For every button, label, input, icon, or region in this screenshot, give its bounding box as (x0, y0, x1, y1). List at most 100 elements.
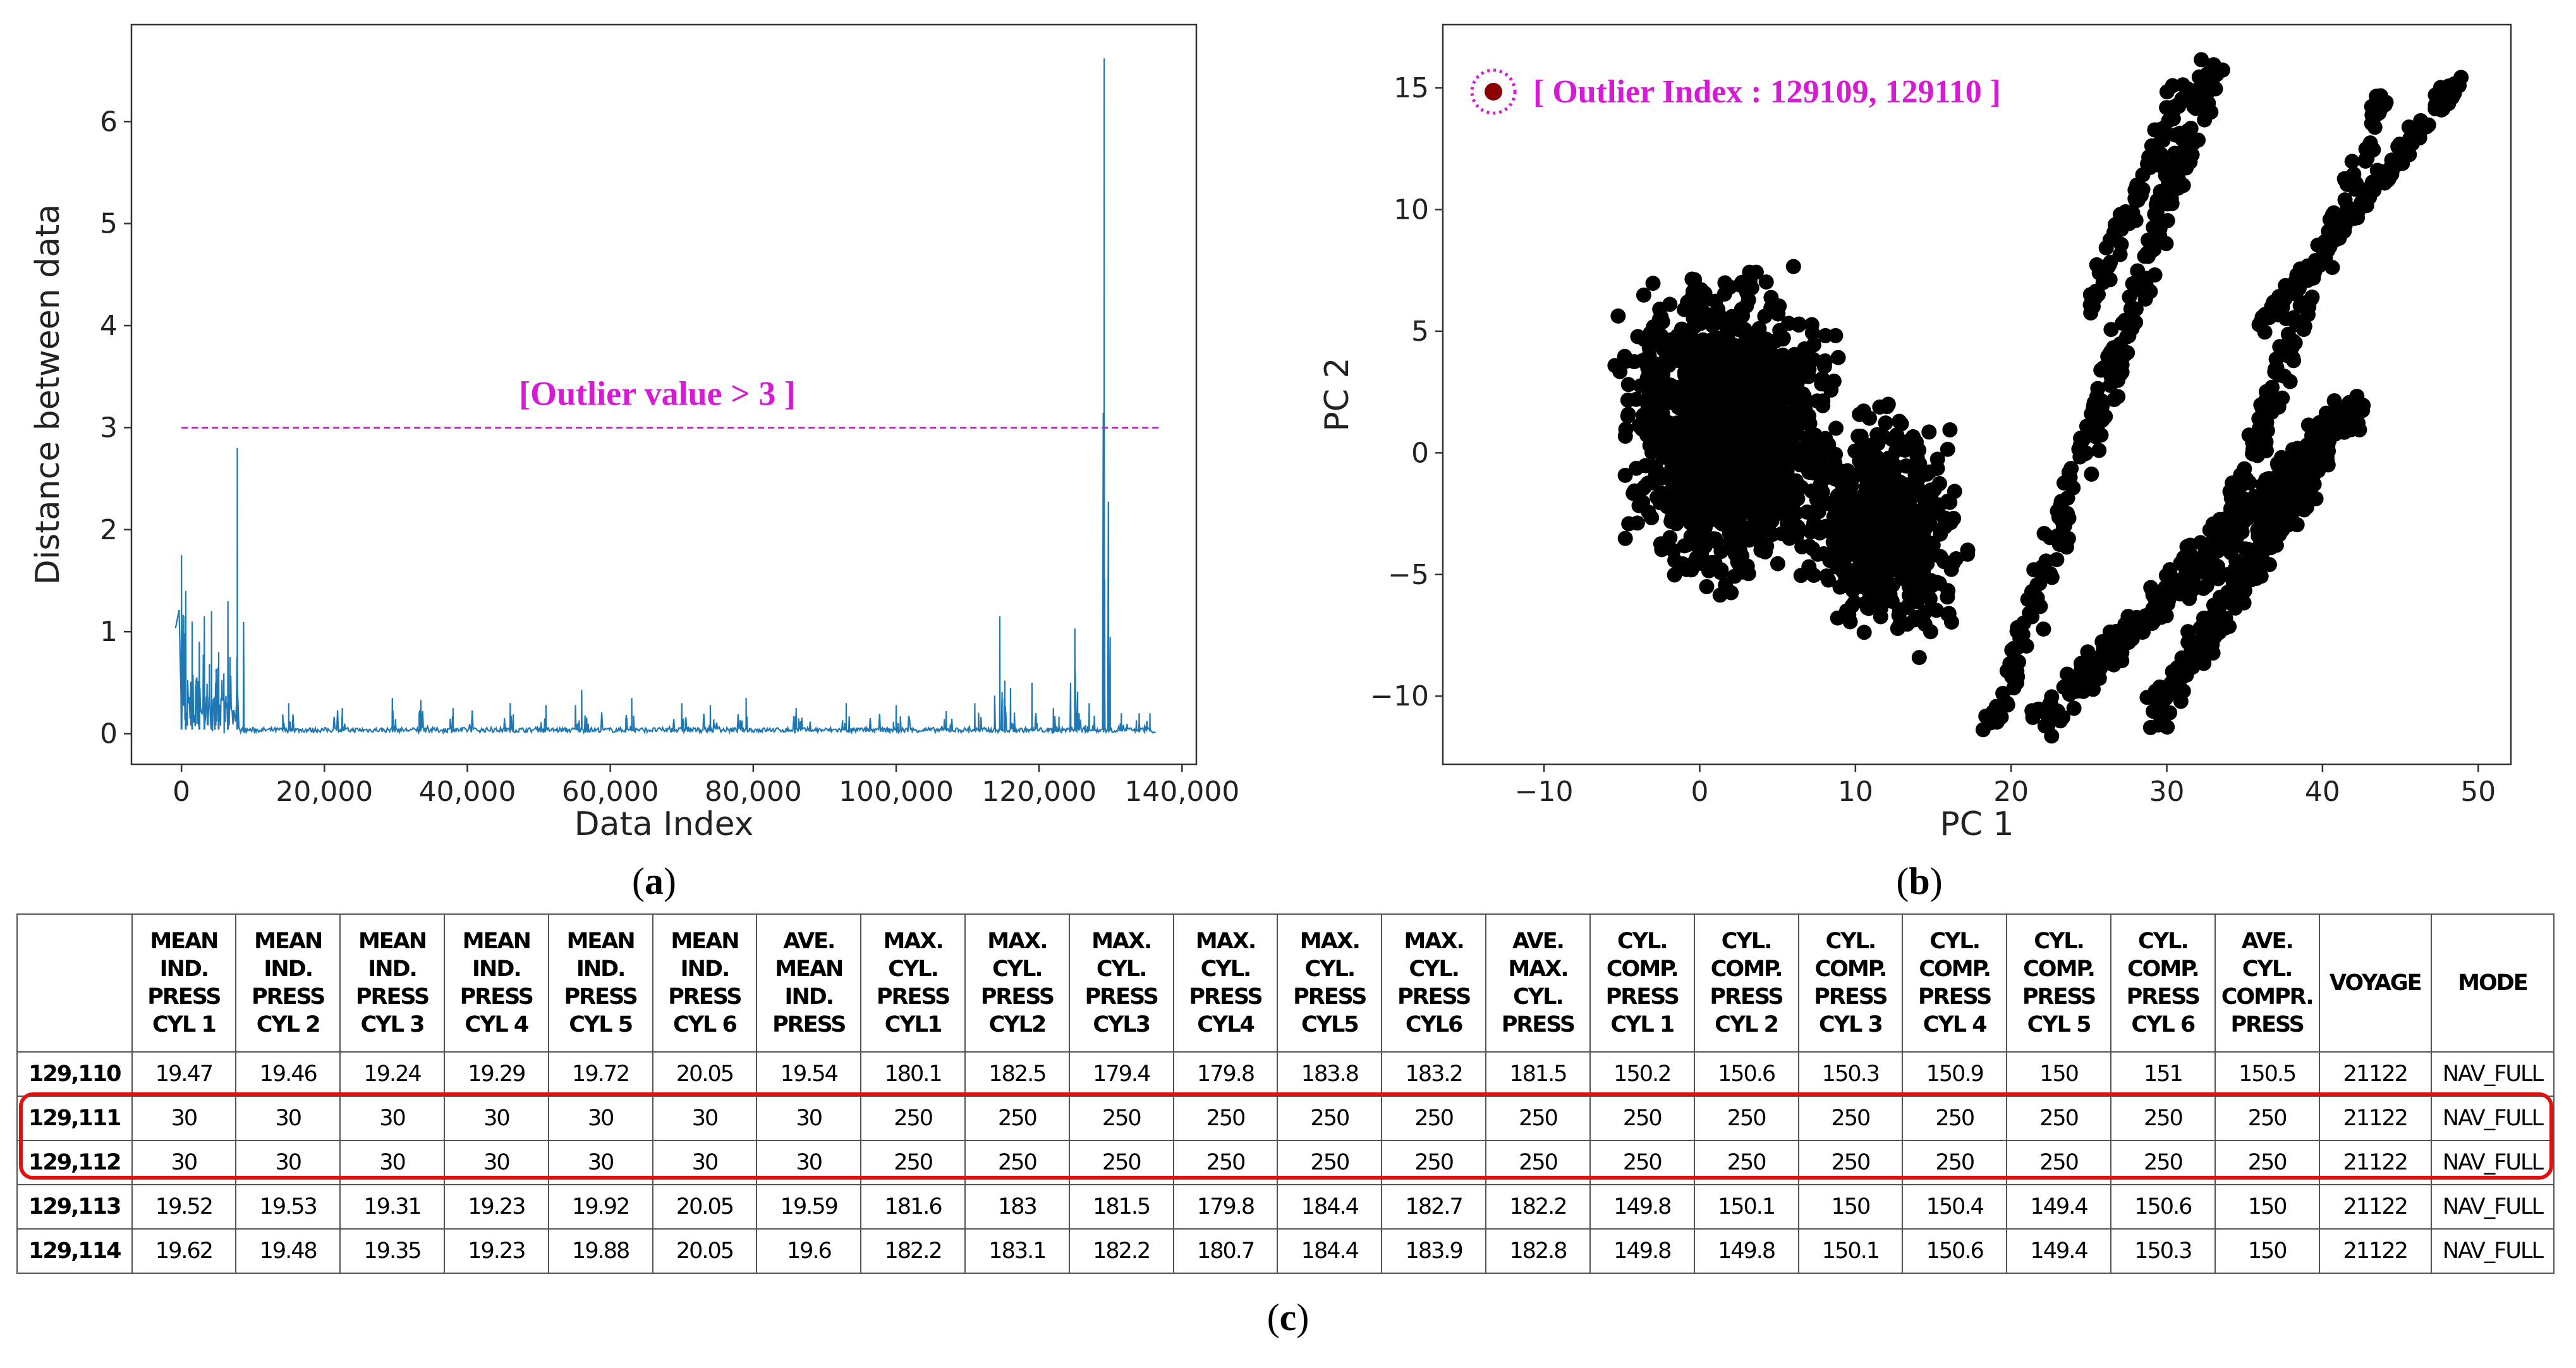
scatter-point (2103, 377, 2118, 393)
scatter-point (1739, 376, 1755, 391)
scatter-point (2199, 618, 2215, 633)
chart-b-pca-scatter: −10 0 10 20 30 40 50 −10 −5 0 5 10 15 PC 1 PC 2 [ Outli… (1318, 23, 2512, 843)
column-header: MAX. CYL. PRESS CYL4 (1172, 913, 1279, 1053)
scatter-point (2306, 439, 2321, 455)
scatter-point (2320, 457, 2336, 473)
scatter-point (2112, 247, 2128, 262)
scatter-point (2264, 379, 2280, 395)
scatter-point (1891, 608, 1907, 623)
table-cell: 183.2 (1381, 1051, 1487, 1097)
scatter-point (1893, 416, 1909, 432)
table-cell: 183.9 (1381, 1228, 1487, 1274)
scatter-point (2175, 77, 2190, 93)
table-cell: 19.31 (339, 1184, 445, 1230)
table-cell: 180.7 (1172, 1228, 1279, 1274)
x-axis-label: PC 1 (1940, 805, 2014, 843)
scatter-point (1830, 350, 1846, 365)
table-cell: 19.24 (339, 1051, 445, 1097)
scatter-point (2170, 166, 2185, 182)
table-cell: 19.46 (235, 1051, 341, 1097)
scatter-point (1741, 405, 1756, 421)
scatter-point (1699, 579, 1715, 594)
table-cell: 19.62 (131, 1228, 237, 1274)
table-cell: 250 (860, 1140, 966, 1185)
table-cell: 149.8 (1589, 1228, 1695, 1274)
scatter-point (1931, 476, 1947, 491)
table-cell: 30 (339, 1096, 445, 1141)
scatter-point (1764, 346, 1780, 362)
scatter-point (2270, 501, 2286, 516)
column-header: CYL. COMP. PRESS CYL 4 (1902, 913, 2008, 1053)
scatter-point (2137, 291, 2153, 307)
table-cell: 19.23 (443, 1228, 549, 1274)
scatter-point (2057, 515, 2073, 531)
scatter-point (2036, 621, 2051, 637)
table-cell: 19.48 (235, 1228, 341, 1274)
column-header (16, 913, 133, 1053)
table-cell: 184.4 (1277, 1228, 1383, 1274)
scatter-point (2159, 181, 2175, 197)
table-cell: 182.2 (1485, 1184, 1591, 1230)
table-cell: 19.88 (547, 1228, 653, 1274)
scatter-point (2149, 217, 2165, 233)
scatter-point (2097, 642, 2113, 657)
scatter-point (1660, 338, 1676, 353)
table-cell: 250 (1693, 1140, 1799, 1185)
scatter-point (2132, 185, 2148, 201)
scatter-point (1694, 309, 1710, 325)
scatter-point (1880, 396, 1896, 412)
table-cell: 19.54 (756, 1051, 862, 1097)
scatter-point (1905, 510, 1921, 526)
x-tick-label: 0 (1691, 776, 1708, 808)
scatter-point (2019, 638, 2034, 654)
scatter-point (2453, 70, 2469, 85)
table-cell: 30 (443, 1140, 549, 1185)
table-cell: 149.8 (1589, 1184, 1695, 1230)
scatter-point (2277, 517, 2293, 533)
row-index-cell: 129,113 (16, 1184, 133, 1230)
x-tick-label: 50 (2460, 776, 2496, 808)
scatter-point (1907, 612, 1923, 628)
scatter-point (1662, 296, 1678, 312)
caption-b: (b) (1896, 860, 1943, 902)
scatter-point (1909, 434, 1924, 450)
scatter-point (1759, 361, 1775, 377)
table-cell: 179.8 (1172, 1184, 1279, 1230)
table-cell: 149.4 (2006, 1228, 2111, 1274)
scatter-point (1792, 400, 1807, 416)
scatter-point (1758, 274, 1774, 290)
table-cell: 150.1 (1797, 1228, 1904, 1274)
caption-a: (a) (632, 860, 676, 902)
scatter-point (2259, 443, 2274, 458)
scatter-point (2281, 336, 2297, 351)
scatter-point (1784, 504, 1800, 520)
table-cell: 250 (1172, 1096, 1279, 1141)
table-cell: 30 (131, 1096, 237, 1141)
scatter-point (2196, 93, 2211, 109)
scatter-point (2135, 167, 2151, 183)
y-tick-label: −5 (1388, 559, 1429, 591)
outlier-legend-marker (1485, 83, 1502, 101)
scatter-point (1641, 340, 1657, 356)
table-cell: 21122 (2318, 1140, 2432, 1185)
scatter-point (1647, 424, 1663, 439)
row-index-cell: 129,112 (16, 1140, 133, 1185)
scatter-point (2026, 562, 2042, 578)
scatter-point (2158, 579, 2173, 595)
table-cell: 150.5 (2214, 1051, 2320, 1097)
table-cell: 150.4 (1902, 1184, 2008, 1230)
x-tick-label: 40 (2305, 776, 2340, 808)
scatter-point (1748, 434, 1764, 450)
scatter-point (2362, 135, 2378, 151)
table-cell: 150.2 (1589, 1051, 1695, 1097)
scatter-point (1756, 504, 1771, 520)
scatter-point (1646, 319, 1662, 334)
scatter-point (1712, 587, 1728, 603)
scatter-point (1620, 406, 1636, 422)
scatter-point (1891, 546, 1907, 561)
scatter-point (1771, 417, 1787, 432)
table-cell: 250 (1902, 1140, 2008, 1185)
table-cell: 250 (1589, 1096, 1695, 1141)
table-cell: 30 (235, 1140, 341, 1185)
scatter-point (2091, 443, 2107, 458)
